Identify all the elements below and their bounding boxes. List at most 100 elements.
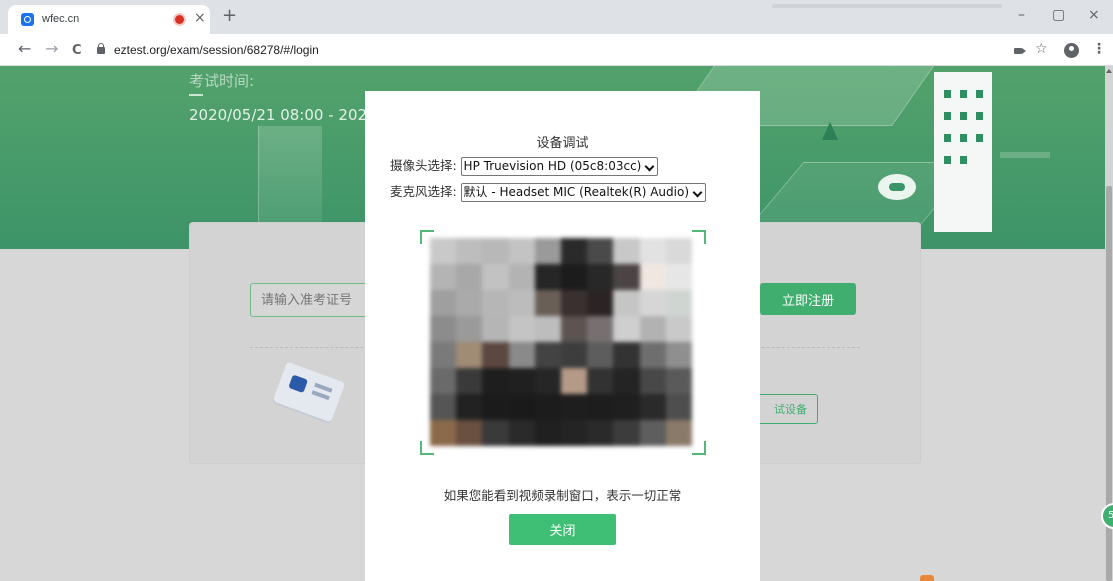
video-preview-pixel [587, 316, 614, 342]
account-icon[interactable] [1064, 43, 1079, 58]
video-preview-pixel [639, 238, 666, 264]
video-preview-pixel [613, 342, 640, 368]
video-preview-pixel [508, 342, 535, 368]
camera-icon[interactable] [1014, 48, 1026, 54]
video-preview-pixel [639, 316, 666, 342]
video-preview-pixel [639, 368, 666, 394]
video-preview-pixel [534, 420, 561, 446]
video-preview-pixel [587, 238, 614, 264]
video-preview-pixel [561, 342, 588, 368]
video-preview-pixel [430, 368, 457, 394]
video-preview-pixel [613, 290, 640, 316]
back-button[interactable]: ← [18, 40, 31, 58]
video-preview-pixel [665, 394, 692, 420]
reload-button[interactable]: C [72, 42, 82, 60]
video-preview-pixel [430, 290, 457, 316]
restore-button[interactable]: ▢ [1052, 8, 1065, 22]
tab-strip-bar [772, 4, 1002, 8]
video-preview-pixel [587, 290, 614, 316]
video-preview-pixel [482, 264, 509, 290]
video-preview-pixel [587, 368, 614, 394]
video-preview-pixel [613, 264, 640, 290]
video-preview-pixel [587, 394, 614, 420]
video-preview-pixel [613, 316, 640, 342]
dialog-title: 设备调试 [536, 136, 589, 151]
window-close-button[interactable]: × [1088, 8, 1100, 22]
video-preview-pixel [587, 264, 614, 290]
video-preview-pixel [561, 368, 588, 394]
new-tab-button[interactable]: + [222, 6, 237, 26]
frame-corner-top-right [692, 230, 706, 244]
device-test-dialog: 设备调试 摄像头选择: HP Truevision HD (05c8:03cc)… [365, 91, 760, 581]
video-preview-pixel [508, 238, 535, 264]
video-preview-pixel [665, 368, 692, 394]
tab-title: wfec.cn [42, 13, 80, 25]
exam-time-value: 2020/05/21 08:00 - 2020 [189, 106, 377, 124]
video-preview-pixel [430, 420, 457, 446]
mic-select[interactable]: 默认 - Headset MIC (Realtek(R) Audio) [460, 182, 707, 202]
tab-close-button[interactable]: × [194, 10, 206, 26]
video-preview-pixel [482, 394, 509, 420]
camera-select-row: 摄像头选择: HP Truevision HD (05c8:03cc) [390, 156, 659, 176]
video-preview-pixel [561, 290, 588, 316]
video-preview-pixel [587, 342, 614, 368]
mic-select-label: 麦克风选择: [390, 184, 457, 199]
recording-dot-icon [175, 15, 184, 24]
register-button[interactable]: 立即注册 [760, 283, 856, 315]
video-preview-pixel [665, 264, 692, 290]
video-preview-pixel [508, 264, 535, 290]
scroll-up-arrow-icon[interactable] [1106, 69, 1112, 73]
video-preview-pixel [482, 420, 509, 446]
kebab-menu-icon[interactable]: ⋮ [1092, 42, 1106, 56]
video-preview-pixel [561, 420, 588, 446]
star-icon[interactable]: ☆ [1035, 42, 1048, 56]
video-preview-pixel [456, 394, 483, 420]
video-preview-pixel [665, 290, 692, 316]
video-preview-pixel [665, 420, 692, 446]
video-preview-pixel [534, 342, 561, 368]
chat-bubble-icon [21, 13, 34, 26]
video-preview-pixel [534, 316, 561, 342]
browser-tab[interactable]: wfec.cn × [8, 5, 210, 34]
browser-tab-bar: wfec.cn × + – ▢ × [0, 0, 1113, 34]
mic-select-value: 默认 - Headset MIC (Realtek(R) Audio) [463, 184, 690, 199]
lock-icon[interactable] [97, 43, 105, 54]
video-preview-pixel [456, 264, 483, 290]
mic-select-row: 麦克风选择: 默认 - Headset MIC (Realtek(R) Audi… [390, 182, 707, 202]
video-preview-pixel [613, 368, 640, 394]
hero-decoration-building [934, 72, 992, 232]
video-preview-pixel [534, 394, 561, 420]
camera-select-value: HP Truevision HD (05c8:03cc) [463, 158, 642, 173]
video-preview-pixel [482, 238, 509, 264]
video-preview-pixel [430, 394, 457, 420]
hero-decoration-tree [822, 122, 838, 140]
video-preview-pixel [508, 394, 535, 420]
hero-decoration-toggle [878, 174, 916, 200]
video-preview-pixel [508, 316, 535, 342]
video-preview-pixel [639, 290, 666, 316]
video-preview-pixel [561, 394, 588, 420]
hero-divider [189, 94, 203, 96]
video-preview-pixel [561, 238, 588, 264]
video-preview-pixel [508, 290, 535, 316]
minimize-button[interactable]: – [1018, 8, 1025, 22]
video-preview-pixel [639, 420, 666, 446]
video-preview-pixel [534, 264, 561, 290]
address-bar-url[interactable]: eztest.org/exam/session/68278/#/login [114, 43, 319, 57]
video-preview-pixel [456, 368, 483, 394]
video-preview-pixel [613, 394, 640, 420]
video-preview-pixel [613, 420, 640, 446]
video-preview-pixel [482, 316, 509, 342]
video-preview-pixel [534, 290, 561, 316]
video-preview-pixel [508, 368, 535, 394]
bottom-decoration [920, 575, 934, 581]
forward-button[interactable]: → [45, 40, 58, 58]
video-preview-pixel [482, 342, 509, 368]
video-preview-frame [420, 230, 706, 455]
video-preview-pixel [430, 238, 457, 264]
close-button[interactable]: 关闭 [509, 514, 616, 545]
video-preview-pixel [639, 264, 666, 290]
video-preview-pixel [613, 238, 640, 264]
camera-select[interactable]: HP Truevision HD (05c8:03cc) [460, 156, 659, 176]
video-preview-pixel [665, 316, 692, 342]
